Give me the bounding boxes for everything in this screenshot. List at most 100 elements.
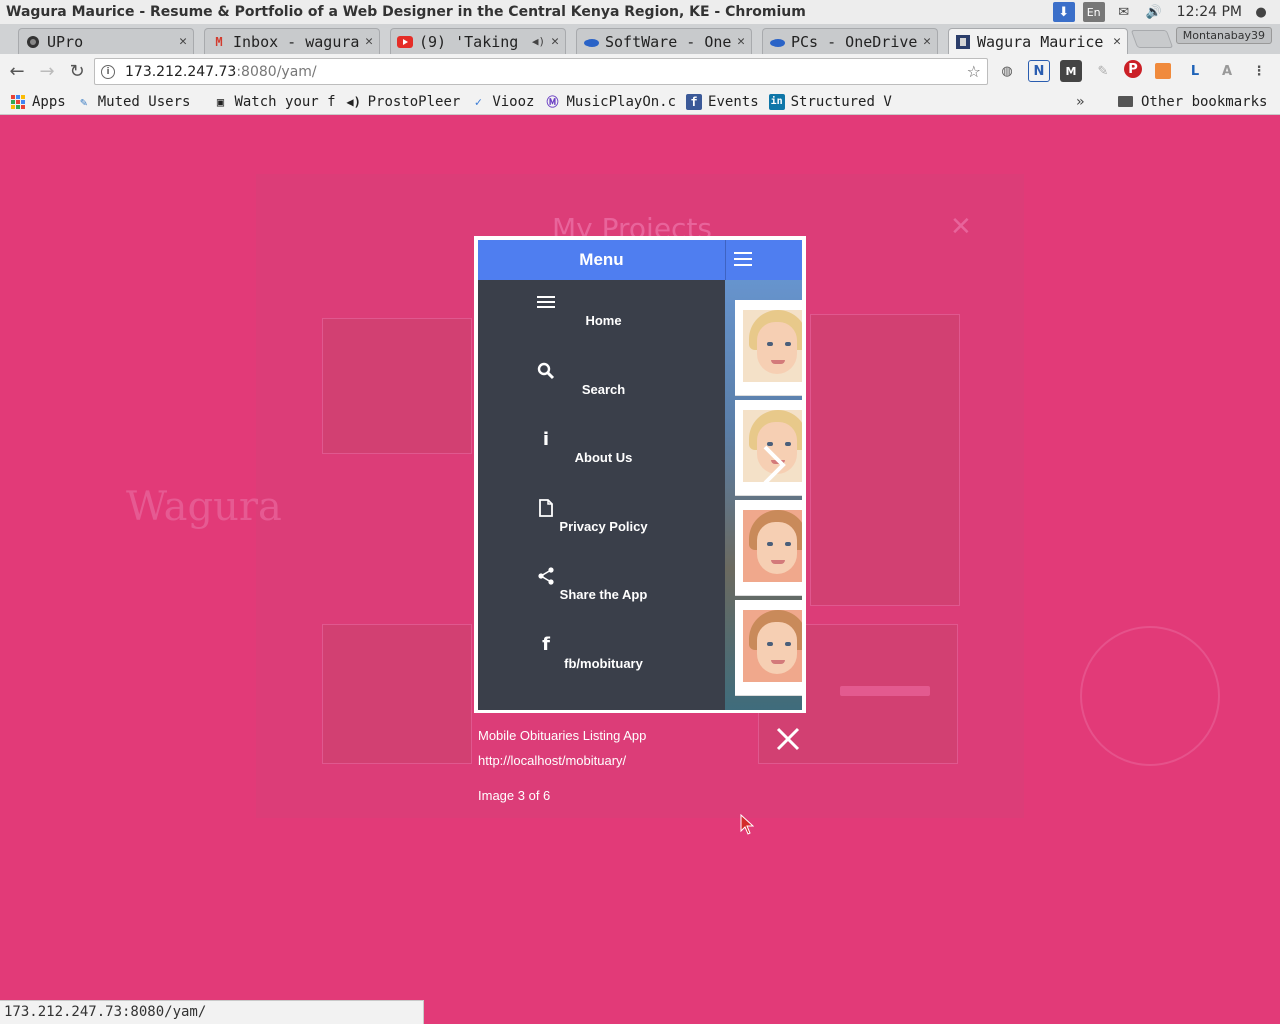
app-menu-privacy: Privacy Policy <box>478 486 725 555</box>
download-indicator-icon[interactable]: ⬇ <box>1052 2 1075 22</box>
other-bookmarks[interactable]: Other bookmarks <box>1118 94 1267 110</box>
bookmark-viooz[interactable]: ✓ Viooz <box>470 93 535 110</box>
app-menu-facebook: f fb/mobituary <box>478 623 725 692</box>
upro-icon <box>25 34 41 50</box>
chrome-menu-icon[interactable]: ⋮ <box>1248 60 1270 82</box>
tab-youtube[interactable]: (9) 'Taking ◀) ✕ <box>390 28 566 54</box>
tab-pcs-onedrive[interactable]: PCs - OneDrive ✕ <box>762 28 938 54</box>
lightbox-caption: Mobile Obituaries Listing App <box>478 728 647 743</box>
lightbox-caption-url[interactable]: http://localhost/mobituary/ <box>478 753 626 768</box>
bookmark-label: Viooz <box>492 93 535 110</box>
obituary-card <box>735 600 802 696</box>
extension-li-icon[interactable]: L <box>1184 60 1206 82</box>
bookmark-star-icon[interactable]: ☆ <box>967 62 981 81</box>
linkedin-icon: in <box>768 93 785 110</box>
bookmark-label: Muted Users <box>97 93 191 110</box>
address-bar[interactable]: i 173.212.247.73:8080/yam/ ☆ <box>94 58 988 85</box>
tab-label: UPro <box>47 32 84 51</box>
extension-icons: ◍ N M ✎ P L A ⋮ <box>996 60 1270 82</box>
tab-software-onedrive[interactable]: SoftWare - One ✕ <box>576 28 752 54</box>
apple-menu-icon[interactable]: ● <box>1250 2 1272 22</box>
background-thumbnail <box>322 624 472 764</box>
tab-label: PCs - OneDrive <box>791 32 918 51</box>
close-tab-icon[interactable]: ✕ <box>365 34 373 49</box>
next-image-chevron-icon[interactable] <box>759 443 787 487</box>
bookmark-muted-users[interactable]: ✎ Muted Users <box>76 93 191 110</box>
page-content: My Projects ✕ Wagura Menu Home Search i … <box>0 116 1280 1024</box>
gmail-icon: M <box>215 34 223 49</box>
bookmarks-bar: Apps ✎ Muted Users ▣ Watch your f ◀) Pro… <box>0 89 1280 115</box>
app-menu-label: Home <box>585 313 622 328</box>
extension-m-icon[interactable]: M <box>1060 60 1082 82</box>
pinterest-icon[interactable]: P <box>1124 60 1142 78</box>
status-bubble: 173.212.247.73:8080/yam/ <box>0 1000 424 1024</box>
audio-playing-icon[interactable]: ◀) <box>532 35 545 48</box>
close-tab-icon[interactable]: ✕ <box>737 34 745 49</box>
portrait-photo <box>743 310 802 382</box>
info-icon: i <box>542 428 550 450</box>
close-tab-icon[interactable]: ✕ <box>923 34 931 49</box>
share-icon <box>536 566 556 586</box>
app-screenshot: Menu Home Search i About Us Privacy Poli… <box>478 240 802 710</box>
lightbox-close-icon[interactable] <box>774 725 802 753</box>
extension-orange-icon[interactable] <box>1152 60 1174 82</box>
close-tab-icon[interactable]: ✕ <box>179 34 187 49</box>
app-nav-drawer: Menu Home Search i About Us Privacy Poli… <box>478 240 725 710</box>
clock[interactable]: 12:24 PM <box>1177 4 1242 20</box>
extension-globe-icon[interactable]: ◍ <box>996 60 1018 82</box>
onedrive-icon <box>769 34 785 50</box>
tab-wagura-maurice[interactable]: Wagura Maurice ✕ <box>948 28 1128 54</box>
reload-button[interactable]: ↻ <box>64 59 90 85</box>
bookmark-musicplayon[interactable]: Ⓜ MusicPlayOn.c <box>544 94 676 110</box>
bookmark-apps[interactable]: Apps <box>10 94 66 110</box>
facebook-icon: f <box>542 634 550 655</box>
mail-icon[interactable]: ✉ <box>1113 2 1135 22</box>
background-close-icon: ✕ <box>950 212 972 242</box>
hamburger-icon <box>536 292 556 312</box>
bookmark-label: Other bookmarks <box>1141 93 1268 110</box>
volume-icon[interactable]: 🔊 <box>1143 2 1165 22</box>
url-path: :8080/yam/ <box>236 63 317 80</box>
back-button[interactable]: ← <box>4 59 30 85</box>
app-topbar <box>725 240 802 280</box>
tab-inbox[interactable]: M Inbox - wagura ✕ <box>204 28 380 54</box>
lightbox-image-counter: Image 3 of 6 <box>478 788 551 803</box>
bookmark-label: ProstoPleer <box>367 93 461 110</box>
tab-label: Inbox - wagura <box>233 32 360 51</box>
background-thumbnail <box>322 318 472 454</box>
bookmark-label: Structured V <box>790 93 892 110</box>
tab-label: SoftWare - One <box>605 32 732 51</box>
profile-button[interactable]: Montanabay39 <box>1175 27 1272 44</box>
bookmark-structured[interactable]: in Structured V <box>768 93 892 110</box>
background-decoration <box>1080 626 1220 766</box>
app-menu-label: Search <box>581 381 626 397</box>
extension-angular-icon[interactable]: A <box>1216 60 1238 82</box>
background-thumbnail <box>810 314 960 606</box>
mouse-cursor-icon <box>740 814 754 835</box>
bookmark-watch[interactable]: ▣ Watch your f <box>212 93 336 110</box>
bookmark-events[interactable]: f Events <box>686 93 759 110</box>
app-menu-label: Privacy Policy <box>559 518 648 534</box>
system-tray: ⬇ En ✉ 🔊 12:24 PM ● <box>1052 0 1280 24</box>
new-tab-button[interactable] <box>1130 30 1174 48</box>
window-title: Wagura Maurice - Resume & Portfolio of a… <box>6 4 806 20</box>
folder-icon <box>1118 96 1133 107</box>
extension-feather-icon[interactable]: ✎ <box>1092 60 1114 82</box>
extension-n-icon[interactable]: N <box>1028 60 1050 82</box>
tab-upro[interactable]: UPro ✕ <box>18 28 194 54</box>
musicplayon-icon: Ⓜ <box>546 95 559 109</box>
facebook-icon: f <box>686 93 703 110</box>
portrait-photo <box>743 510 802 582</box>
close-tab-icon[interactable]: ✕ <box>1113 34 1121 49</box>
os-top-bar: Wagura Maurice - Resume & Portfolio of a… <box>0 0 1280 24</box>
film-icon: ▣ <box>216 94 225 109</box>
bookmark-label: MusicPlayOn.c <box>566 93 677 110</box>
forward-button[interactable]: → <box>34 59 60 85</box>
bookmark-label: Watch your f <box>234 93 336 110</box>
bookmark-prostopleer[interactable]: ◀) ProstoPleer <box>346 93 461 110</box>
bookmarks-overflow-button[interactable]: » <box>1076 94 1084 110</box>
site-icon <box>955 34 971 50</box>
keyboard-language-indicator[interactable]: En <box>1082 2 1105 22</box>
close-tab-icon[interactable]: ✕ <box>551 34 559 49</box>
site-info-icon[interactable]: i <box>101 64 115 79</box>
